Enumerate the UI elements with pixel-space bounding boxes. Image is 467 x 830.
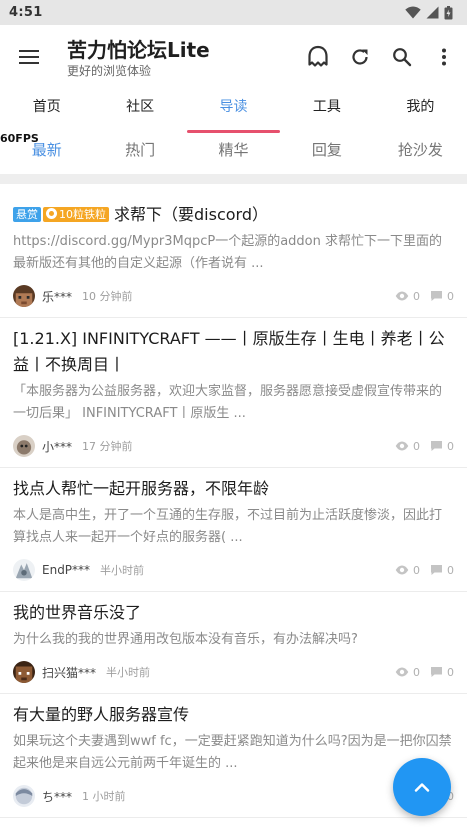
app-subtitle: 更好的浏览体验 (67, 63, 152, 78)
reply-count: 0 (430, 440, 454, 453)
post-meta: EndP*** 半小时前 0 0 (13, 549, 454, 591)
avatar[interactable] (13, 661, 35, 683)
view-count-value: 0 (413, 289, 420, 303)
comment-icon (431, 291, 442, 301)
tab-guide[interactable]: 导读 (186, 89, 281, 133)
post-time: 1 小时前 (82, 790, 126, 803)
post-time: 半小时前 (106, 666, 151, 679)
reply-count-value: 0 (447, 665, 454, 679)
battery-icon (444, 5, 453, 19)
post-item[interactable]: [1.21.X] INFINITYCRAFT ——丨原版生存丨生电丨养老丨公益丨… (0, 318, 467, 468)
eye-icon (395, 667, 409, 677)
avatar[interactable] (13, 285, 35, 307)
subtab-replies[interactable]: 回复 (280, 133, 373, 174)
view-count: 0 (395, 440, 420, 453)
post-meta: 乐*** 10 分钟前 0 0 (13, 275, 454, 317)
post-excerpt: https://discord.gg/Mypr3MqpcP一个起源的addon … (13, 234, 443, 271)
status-bar: 4:51 (0, 0, 467, 25)
subtab-featured[interactable]: 精华 (187, 133, 280, 174)
menu-button[interactable] (0, 25, 58, 89)
signal-icon (426, 6, 439, 19)
scroll-top-button[interactable] (393, 758, 451, 816)
search-icon (393, 48, 412, 67)
view-count-value: 0 (413, 563, 420, 577)
comment-icon (431, 565, 442, 575)
subtab-hot[interactable]: 热门 (93, 133, 186, 174)
post-item[interactable]: 找点人帮忙一起开服务器，不限年龄 本人是高中生，开了一个互通的生存服，不过目前为… (0, 468, 467, 592)
comment-icon (431, 441, 442, 451)
avatar[interactable] (13, 785, 35, 807)
view-count-value: 0 (413, 665, 420, 679)
post-meta: 扫兴猫*** 半小时前 0 0 (13, 651, 454, 693)
app-bar: 苦力怕论坛Lite 更好的浏览体验 (0, 25, 467, 89)
coin-badge-label: 10粒铁粒 (59, 208, 106, 221)
comment-icon (431, 667, 442, 677)
view-count-value: 0 (413, 439, 420, 453)
more-button[interactable] (423, 25, 465, 89)
post-author[interactable]: EndP*** (42, 563, 90, 577)
post-excerpt: 「本服务器为公益服务器，欢迎大家监督，服务器愿意接受虚假宣传带来的一切后果」 I… (13, 384, 443, 421)
wifi-icon (405, 6, 421, 19)
fps-counter: 60FPS (0, 132, 39, 145)
creeper-icon (308, 45, 328, 67)
title-block: 苦力怕论坛Lite 更好的浏览体验 (58, 35, 297, 80)
eye-icon (395, 441, 409, 451)
divider-band (0, 175, 467, 184)
view-count: 0 (395, 290, 420, 303)
post-list: 悬赏 10粒铁粒 求帮下（要discord） https://discord.gg/… (0, 194, 467, 818)
refresh-icon (352, 49, 368, 65)
post-title-text: 求帮下（要discord） (114, 205, 268, 224)
reply-count-value: 0 (447, 289, 454, 303)
reply-count-value: 0 (447, 563, 454, 577)
post-title[interactable]: 悬赏 10粒铁粒 求帮下（要discord） (13, 202, 454, 228)
app-title: 苦力怕论坛Lite (67, 37, 210, 62)
hamburger-icon (19, 50, 39, 64)
post-title[interactable]: [1.21.X] INFINITYCRAFT ——丨原版生存丨生电丨养老丨公益丨… (13, 326, 454, 378)
view-count: 0 (395, 564, 420, 577)
post-meta: ち*** 1 小时前 0 0 (13, 775, 454, 817)
eye-icon (395, 291, 409, 301)
view-count: 0 (395, 666, 420, 679)
reply-count: 0 (430, 564, 454, 577)
creeper-button[interactable] (297, 25, 339, 89)
post-time: 10 分钟前 (82, 290, 133, 303)
post-author[interactable]: 小*** (42, 438, 72, 455)
subtab-first-reply[interactable]: 抢沙发 (374, 133, 467, 174)
reward-badge: 悬赏 (13, 207, 41, 222)
chevron-up-icon (414, 783, 430, 792)
status-icons (405, 5, 453, 20)
avatar[interactable] (13, 435, 35, 457)
reply-count: 0 (430, 290, 454, 303)
reply-count: 0 (430, 666, 454, 679)
post-author[interactable]: 扫兴猫*** (42, 664, 96, 681)
main-tabs: 首页 社区 导读 工具 我的 (0, 89, 467, 133)
post-time: 17 分钟前 (82, 440, 133, 453)
post-time: 半小时前 (100, 564, 145, 577)
post-author[interactable]: 乐*** (42, 288, 72, 305)
eye-icon (395, 565, 409, 575)
post-item[interactable]: 悬赏 10粒铁粒 求帮下（要discord） https://discord.gg/… (0, 194, 467, 318)
coin-badge: 10粒铁粒 (43, 207, 109, 222)
tab-community[interactable]: 社区 (93, 89, 186, 133)
post-excerpt: 为什么我的我的世界通用改包版本没有音乐，有办法解决吗? (13, 632, 358, 647)
tab-mine[interactable]: 我的 (374, 89, 467, 133)
more-vert-icon (442, 48, 446, 66)
search-button[interactable] (381, 25, 423, 89)
post-excerpt: 本人是高中生，开了一个互通的生存服，不过目前为止活跃度惨淡，因此打算找点人来一起… (13, 508, 443, 545)
coin-icon (46, 208, 57, 219)
tab-tools[interactable]: 工具 (280, 89, 373, 133)
post-meta: 小*** 17 分钟前 0 0 (13, 425, 454, 467)
refresh-button[interactable] (339, 25, 381, 89)
post-title[interactable]: 找点人帮忙一起开服务器，不限年龄 (13, 476, 454, 502)
tab-home[interactable]: 首页 (0, 89, 93, 133)
post-excerpt: 如果玩这个夫妻遇到wwf fc，一定要赶紧跑知道为什么吗?因为是一把你囚禁起来他… (13, 734, 452, 771)
reply-count-value: 0 (447, 439, 454, 453)
post-title[interactable]: 有大量的野人服务器宣传 (13, 702, 454, 728)
post-title[interactable]: 我的世界音乐没了 (13, 600, 454, 626)
sub-tabs: 60FPS 最新 热门 精华 回复 抢沙发 (0, 132, 467, 175)
post-author[interactable]: ち*** (42, 788, 72, 805)
post-item[interactable]: 我的世界音乐没了 为什么我的我的世界通用改包版本没有音乐，有办法解决吗? 扫兴猫… (0, 592, 467, 694)
avatar[interactable] (13, 559, 35, 581)
status-time: 4:51 (9, 5, 43, 20)
